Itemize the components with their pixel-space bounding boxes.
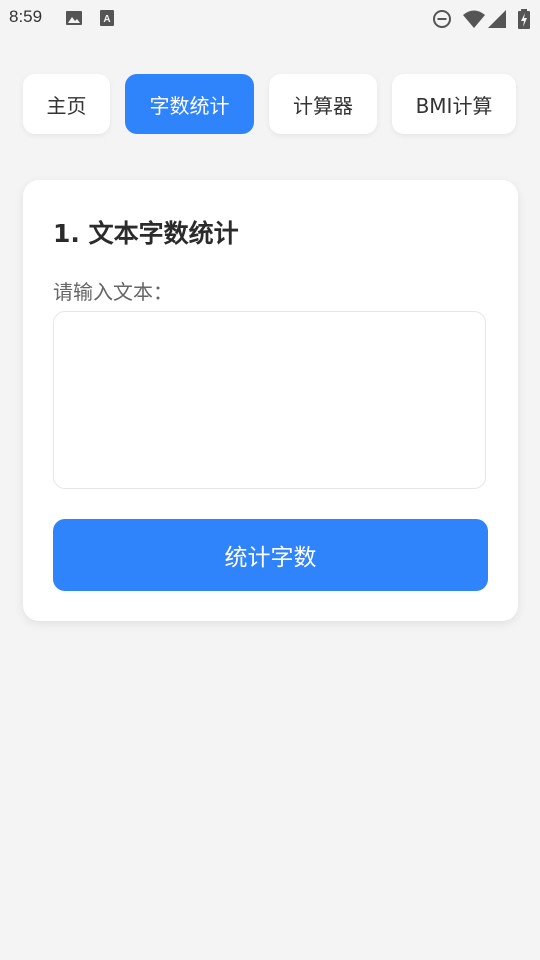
tab-bar: 主页 字数统计 计算器 BMI计算: [0, 74, 540, 134]
text-input-area[interactable]: [53, 311, 486, 489]
word-count-card: 1. 文本字数统计 请输入文本： 统计字数: [23, 180, 518, 621]
do-not-disturb-icon: [432, 9, 452, 33]
status-bar: 8:59 A: [0, 0, 540, 36]
battery-charging-icon: [518, 9, 530, 33]
count-words-button[interactable]: 统计字数: [53, 519, 488, 591]
tab-word-count[interactable]: 字数统计: [125, 74, 254, 134]
card-title: 1. 文本字数统计: [53, 219, 239, 248]
tab-bmi-label: BMI计算: [415, 93, 493, 118]
svg-text:A: A: [103, 14, 110, 25]
tab-word-count-label: 字数统计: [149, 93, 230, 118]
signal-icon: [488, 9, 508, 33]
tab-bmi[interactable]: BMI计算: [392, 74, 516, 134]
font-a-icon: A: [99, 9, 115, 31]
text-input-label: 请输入文本：: [53, 280, 173, 304]
status-time: 8:59: [9, 7, 43, 26]
wifi-icon: [462, 9, 486, 33]
tab-home-label: 主页: [46, 93, 87, 118]
tab-calculator-label: 计算器: [293, 93, 353, 118]
tab-calculator[interactable]: 计算器: [269, 74, 377, 134]
tab-home[interactable]: 主页: [23, 74, 110, 134]
image-icon: [65, 9, 83, 31]
